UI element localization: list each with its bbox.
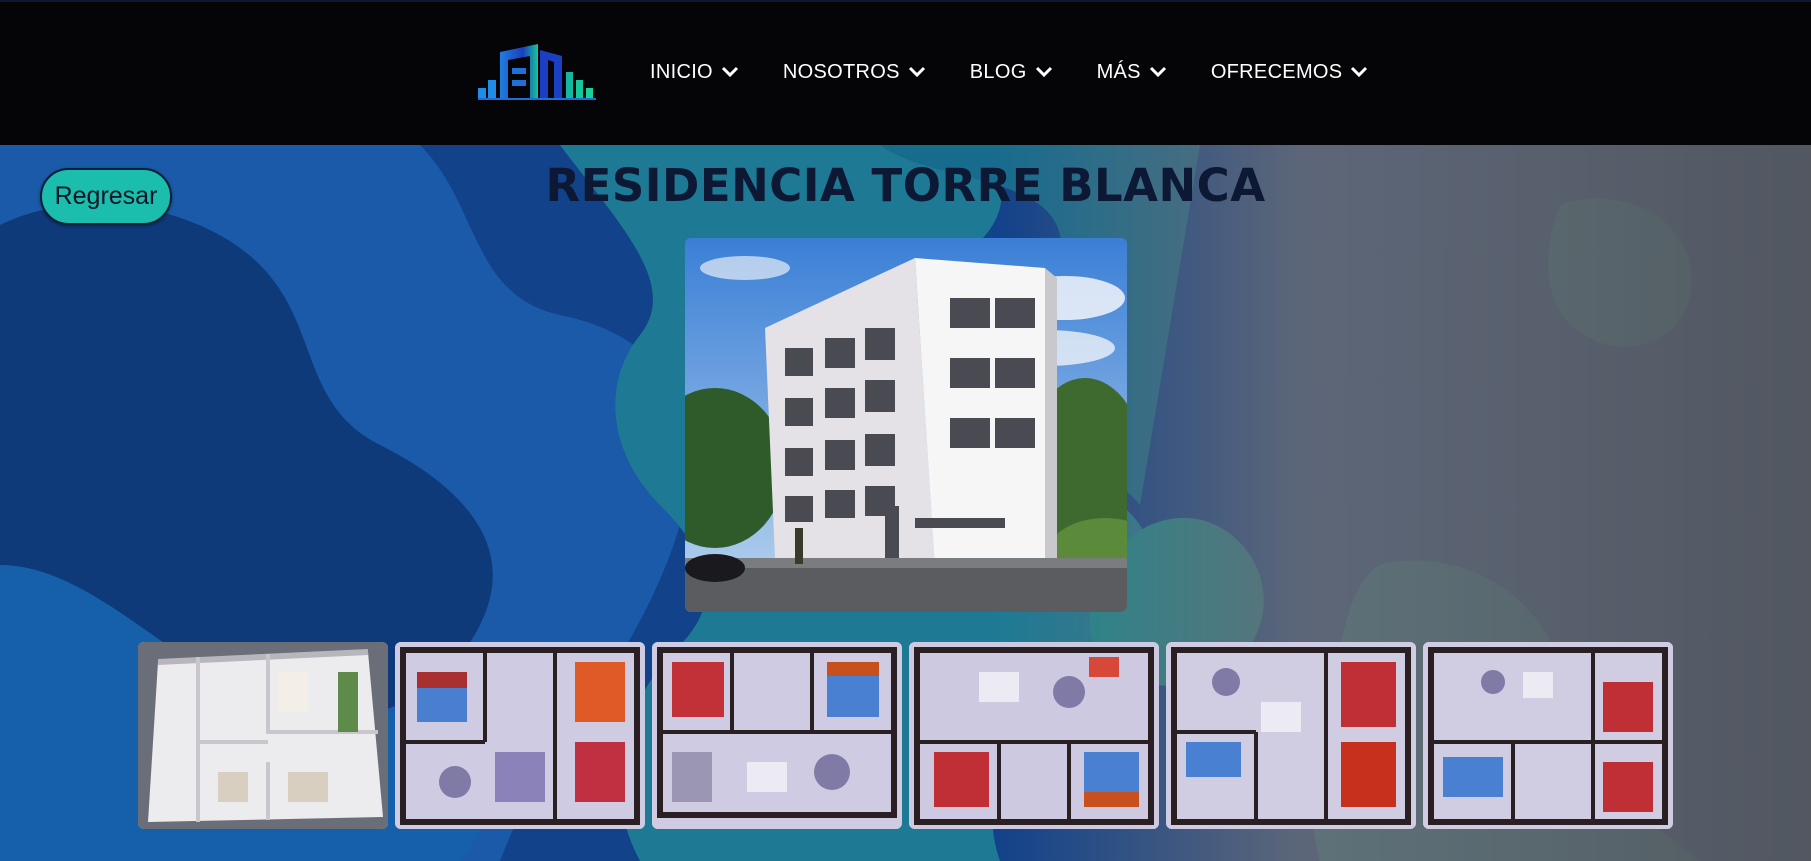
thumbnail-floor-plan-3d[interactable] (138, 642, 388, 829)
nav-item-label: NOSOTROS (782, 60, 900, 83)
nav-item-blog[interactable]: BLOG (970, 61, 1053, 84)
nav-item-label: INICIO (650, 60, 713, 83)
building-render-image (685, 238, 1127, 612)
nav-item-label: MÁS (1096, 60, 1141, 83)
thumbnail-floor-plan-5[interactable] (1423, 642, 1673, 829)
nav-item-label: BLOG (969, 60, 1027, 83)
chevron-down-icon (908, 66, 925, 78)
nav-item-inicio[interactable]: INICIO (650, 61, 739, 84)
building-logo-icon[interactable] (478, 42, 600, 102)
page-title: RESIDENCIA TORRE BLANCA (545, 159, 1266, 212)
thumbnail-floor-plan-4[interactable] (1166, 642, 1416, 829)
top-navbar: INICIO NOSOTROS BLOG MÁS OFRECEMOS (0, 0, 1811, 147)
nav-item-label: OFRECEMOS (1210, 60, 1343, 83)
chevron-down-icon (1149, 66, 1166, 78)
thumbnail-floor-plan-1[interactable] (395, 642, 645, 829)
floor-plan-photo-image (395, 642, 645, 829)
floor-plan-photo-image (652, 642, 902, 829)
nav-item-ofrecemos[interactable]: OFRECEMOS (1211, 61, 1369, 84)
thumbnail-floor-plan-3[interactable] (909, 642, 1159, 829)
main-building-image[interactable] (685, 238, 1127, 612)
chevron-down-icon (721, 66, 738, 78)
floor-plan-photo-image (1423, 642, 1673, 829)
floor-plan-photo-image (1166, 642, 1416, 829)
nav-item-nosotros[interactable]: NOSOTROS (783, 61, 926, 84)
chevron-down-icon (1035, 66, 1052, 78)
chevron-down-icon (1351, 66, 1368, 78)
nav-menu: INICIO NOSOTROS BLOG MÁS OFRECEMOS (478, 42, 1412, 102)
thumbnail-floor-plan-2[interactable] (652, 642, 902, 829)
project-section: Regresar RESIDENCIA TORRE BLANCA (0, 145, 1811, 861)
floor-plan-3d-image (138, 642, 388, 829)
thumbnail-strip (138, 642, 1673, 829)
floor-plan-photo-image (909, 642, 1159, 829)
nav-item-mas[interactable]: MÁS (1097, 61, 1167, 84)
